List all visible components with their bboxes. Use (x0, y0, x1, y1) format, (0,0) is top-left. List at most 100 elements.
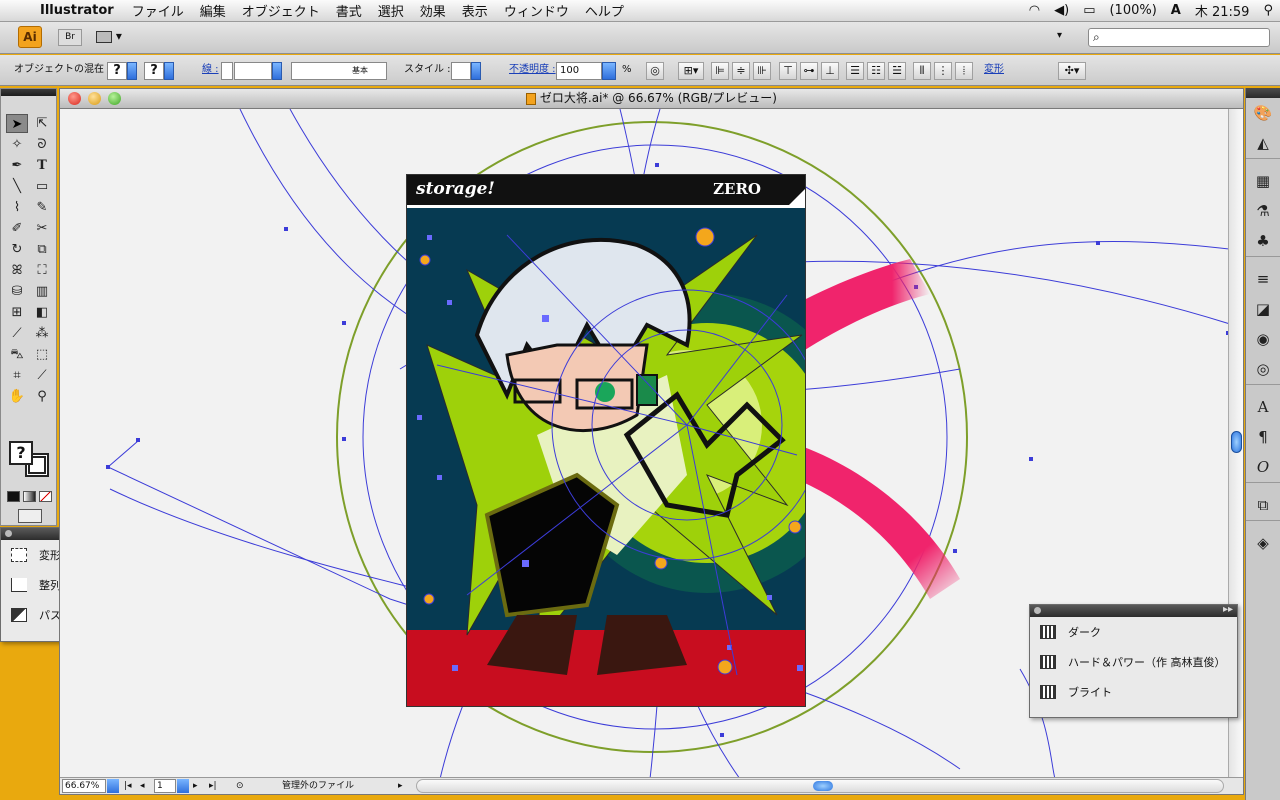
horizontal-scroll-thumb[interactable] (813, 781, 833, 791)
line-tool-icon[interactable]: ╲ (6, 177, 28, 196)
rectangle-tool-icon[interactable]: ▭ (31, 177, 53, 196)
battery-percent[interactable]: (100%) (1102, 3, 1163, 18)
distribute-right-icon[interactable]: ⦙ (955, 62, 973, 80)
color-panel-icon[interactable]: 🎨 (1246, 98, 1280, 128)
align-top-icon[interactable]: ⊤ (779, 62, 797, 80)
panel-grip[interactable]: ▸▸ (1030, 604, 1237, 617)
first-page-icon[interactable]: |◂ (124, 779, 132, 793)
rotate-tool-icon[interactable]: ↻ (6, 240, 28, 259)
version-cue-icon[interactable]: ⊙ (236, 779, 244, 793)
opentype-icon[interactable]: O (1246, 452, 1280, 482)
layers-icon[interactable]: ◈ (1246, 528, 1280, 558)
appearance-icon[interactable]: ◎ (1246, 354, 1280, 384)
crop-area-tool-icon[interactable]: ⌗ (6, 366, 28, 385)
status-menu-icon[interactable]: ▸ (398, 779, 403, 793)
zoom-dropdown[interactable] (107, 779, 119, 793)
last-page-icon[interactable]: ▸| (209, 779, 217, 793)
panel-item-hard-power[interactable]: ハード＆パワー（作 高林直俊） (1030, 647, 1237, 677)
close-window-icon[interactable] (68, 92, 81, 105)
page-field[interactable]: 1 (154, 779, 176, 793)
horizontal-scrollbar[interactable] (416, 779, 1224, 793)
color-icon[interactable] (7, 491, 20, 502)
gradient-tool-icon[interactable]: ◧ (31, 303, 53, 322)
zoom-window-icon[interactable] (108, 92, 121, 105)
align-right-icon[interactable]: ⊪ (753, 62, 771, 80)
menu-edit[interactable]: 編集 (192, 1, 234, 20)
stroke-link[interactable]: 線 : (202, 62, 219, 78)
gradient-icon[interactable] (23, 491, 36, 502)
menu-file[interactable]: ファイル (124, 1, 192, 20)
help-search-input[interactable]: ⌕ (1088, 28, 1270, 47)
eyedropper-tool-icon[interactable]: ⟋ (6, 324, 28, 343)
transform-link[interactable]: 変形 (984, 62, 1004, 78)
gradient-panel-icon[interactable]: ◪ (1246, 294, 1280, 324)
control-panel-menu-icon[interactable]: ✣▾ (1058, 62, 1086, 80)
type-tool-icon[interactable]: T (31, 156, 53, 175)
distribute-bottom-icon[interactable]: ☱ (888, 62, 906, 80)
hand-tool-icon[interactable]: ✋ (6, 387, 28, 406)
opacity-dropdown[interactable] (602, 62, 616, 80)
align-left-icon[interactable]: ⊫ (711, 62, 729, 80)
align-middle-v-icon[interactable]: ⊶ (800, 62, 818, 80)
selection-tool-icon[interactable]: ➤ (6, 114, 28, 133)
opacity-field[interactable]: 100 (556, 62, 602, 80)
wifi-icon[interactable]: ◠ (1022, 3, 1047, 18)
spotlight-icon[interactable]: ⚲ (1256, 3, 1280, 18)
fill-swatch[interactable]: ? (107, 62, 127, 80)
swatches-icon[interactable]: ▦ (1246, 166, 1280, 196)
scale-tool-icon[interactable]: ⧉ (31, 240, 53, 259)
panel-collapse-icon[interactable]: ▸▸ (1223, 604, 1233, 615)
magic-wand-tool-icon[interactable]: ✧ (6, 135, 28, 154)
blend-tool-icon[interactable]: ⁂ (31, 324, 53, 343)
fill-color-icon[interactable]: ? (9, 441, 33, 465)
app-menu[interactable]: Illustrator (36, 3, 124, 18)
stroke-stepper[interactable] (221, 62, 233, 80)
brush-definition[interactable]: 基本 (291, 62, 387, 80)
menu-view[interactable]: 表示 (454, 1, 496, 20)
live-paint-selection-tool-icon[interactable]: ⬚ (31, 345, 53, 364)
panel-item-bright[interactable]: ブライト (1030, 677, 1237, 707)
volume-icon[interactable]: ◀) (1047, 3, 1076, 18)
paragraph-icon[interactable]: ¶ (1246, 422, 1280, 452)
menu-type[interactable]: 書式 (328, 1, 370, 20)
document-titlebar[interactable]: ゼロ大将.ai* @ 66.67% (RGB/プレビュー) (60, 89, 1243, 109)
menu-window[interactable]: ウィンドウ (496, 1, 577, 20)
distribute-top-icon[interactable]: ☰ (846, 62, 864, 80)
live-paint-bucket-tool-icon[interactable]: ⛍ (6, 345, 28, 364)
direct-selection-tool-icon[interactable]: ⇱ (31, 114, 53, 133)
stroke-swatch[interactable]: ? (144, 62, 164, 80)
stroke-weight-field[interactable] (234, 62, 272, 80)
slice-tool-icon[interactable]: ⟋ (31, 366, 53, 385)
lasso-tool-icon[interactable]: ᘐ (31, 135, 53, 154)
transparency-icon[interactable]: ◉ (1246, 324, 1280, 354)
panel-close-icon[interactable] (5, 530, 12, 537)
battery-icon[interactable]: ▭ (1076, 3, 1102, 18)
stroke-panel-icon[interactable]: ≡ (1246, 264, 1280, 294)
menu-help[interactable]: ヘルプ (577, 1, 632, 20)
mesh-tool-icon[interactable]: ⊞ (6, 303, 28, 322)
fill-stroke-widget[interactable]: ? (9, 441, 55, 481)
style-dropdown[interactable] (471, 62, 481, 80)
menubar-clock[interactable]: 木 21:59 (1188, 1, 1257, 20)
arrange-documents-button[interactable]: ▾ (96, 29, 128, 46)
distribute-center-h-icon[interactable]: ⋮ (934, 62, 952, 80)
pencil-tool-icon[interactable]: ✎ (31, 198, 53, 217)
free-transform-tool-icon[interactable]: ⛶ (31, 261, 53, 280)
warp-tool-icon[interactable]: ꕤ (6, 261, 28, 280)
distribute-left-icon[interactable]: ⦀ (913, 62, 931, 80)
menu-effect[interactable]: 効果 (412, 1, 454, 20)
minimize-window-icon[interactable] (88, 92, 101, 105)
align-center-h-icon[interactable]: ≑ (732, 62, 750, 80)
panel-close-icon[interactable] (1034, 607, 1041, 614)
scissors-tool-icon[interactable]: ✂ (31, 219, 53, 238)
previous-page-icon[interactable]: ◂ (140, 779, 145, 793)
opacity-link[interactable]: 不透明度 : (509, 62, 556, 78)
color-guide-icon[interactable]: ◭ (1246, 128, 1280, 158)
artboard[interactable]: storage! ZERO (406, 174, 806, 707)
character-icon[interactable]: A (1246, 392, 1280, 422)
symbol-sprayer-tool-icon[interactable]: ⛁ (6, 282, 28, 301)
stroke-weight-dropdown[interactable] (272, 62, 282, 80)
zoom-tool-icon[interactable]: ⚲ (31, 387, 53, 406)
style-swatch[interactable] (451, 62, 471, 80)
toolbox-grip[interactable] (1, 89, 56, 96)
